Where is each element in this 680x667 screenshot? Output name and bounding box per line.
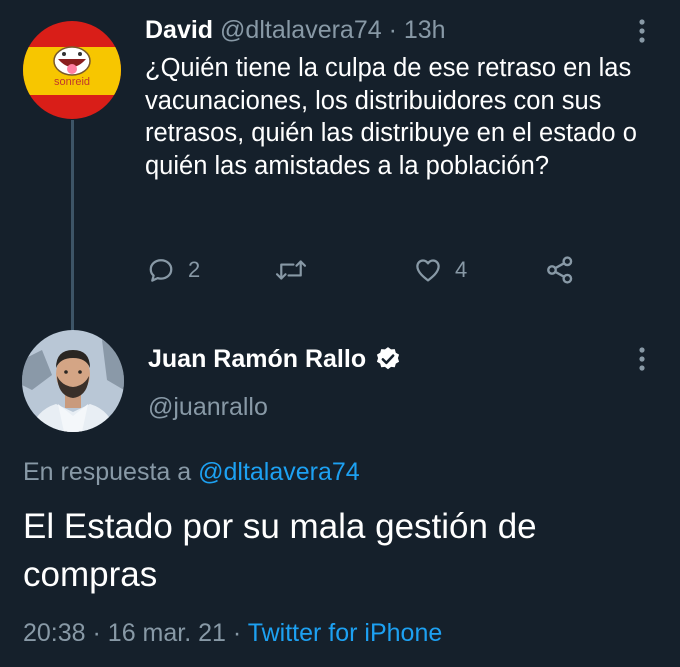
avatar-text: sonreid [54,76,90,88]
like-count: 4 [455,257,468,282]
main-tweet-text: El Estado por su mala gestión de compras [23,507,537,594]
separator-dot: · [232,619,242,647]
reply-icon [149,259,173,282]
retweet-button[interactable] [274,252,320,288]
tweet-metadata: 20:38 · 16 mar. 21 · Twitter for iPhone [23,616,442,650]
tweet-thread: sonreid David @dltalavera74 · 13h ¿Quién… [0,0,680,667]
retweet-icon [275,260,307,280]
author-handle[interactable]: @juanrallo [148,390,268,424]
share-button[interactable] [544,252,576,288]
like-button[interactable]: 4 [413,252,467,288]
replying-to-label: En respuesta a [23,458,192,486]
avatar[interactable]: sonreid [23,21,121,119]
tweet-date[interactable]: 16 mar. 21 [108,619,226,647]
mention-link[interactable]: @dltalavera74 [198,458,360,486]
reply-tweet-text: ¿Quién tiene la culpa de ese retraso en … [145,54,637,180]
heart-icon [416,259,440,282]
reply-count: 2 [188,257,201,282]
tweet-source-link[interactable]: Twitter for iPhone [248,619,443,647]
author-handle[interactable]: @dltalavera74 [220,16,382,44]
reply-tweet-header: David @dltalavera74 · 13h [145,14,446,46]
avatar[interactable] [22,330,124,432]
reply-button[interactable]: 2 [146,252,200,288]
separator-dot: · [92,619,101,647]
tweet-time[interactable]: 20:38 [23,619,86,647]
verified-badge-icon [377,347,400,370]
author-name-row: Juan Ramón Rallo [148,342,402,376]
author-name[interactable]: Juan Ramón Rallo [148,342,366,376]
avatar-image: sonreid [23,21,121,119]
more-options-icon[interactable] [634,344,650,374]
more-options-icon[interactable] [634,16,650,46]
avatar-image [22,330,124,432]
tweet-actions: 2 4 [146,252,586,288]
separator-dot: · [388,16,397,44]
share-icon [547,256,573,284]
author-name[interactable]: David [145,16,213,44]
thread-connector-line [71,120,74,332]
tweet-time[interactable]: 13h [404,16,446,44]
replying-to: En respuesta a @dltalavera74 [23,455,360,489]
